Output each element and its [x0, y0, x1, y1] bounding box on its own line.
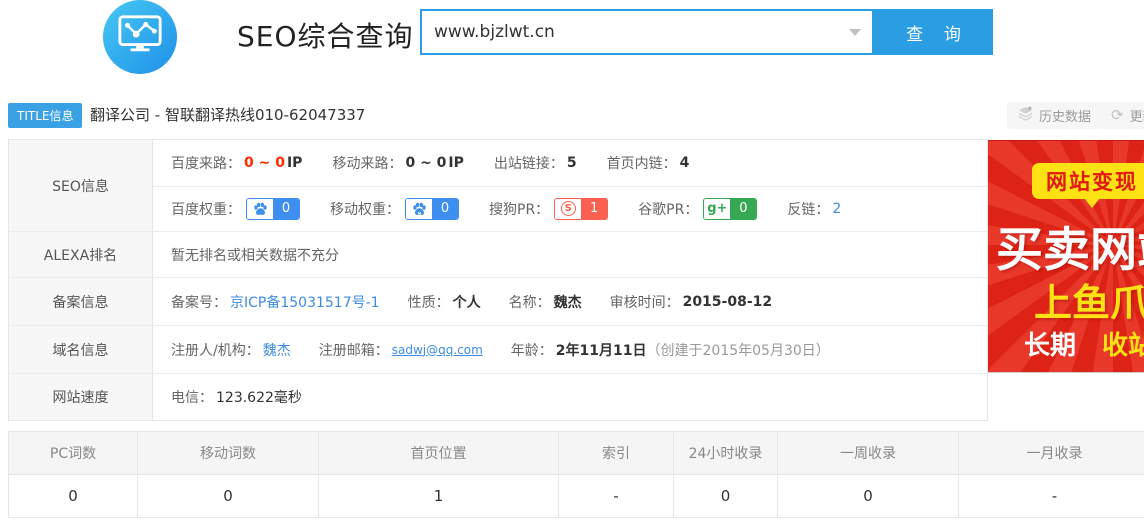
domain-row-label: 域名信息 — [9, 326, 153, 373]
stats-header-index: 索引 — [559, 432, 674, 475]
page-title: SEO综合查询 — [237, 15, 414, 55]
icp-row-label: 备案信息 — [9, 278, 153, 325]
domain-created-note: （创建于2015年05月30日） — [647, 340, 830, 360]
title-bar: TITLE信息 翻译公司 - 智联翻译热线010-62047337 历史数据 ⟳… — [0, 100, 1144, 132]
mobile-traffic: 移动来路： 0 ~ 0 IP — [332, 153, 463, 173]
stats-header-homepage-position: 首页位置 — [319, 432, 559, 475]
domain-email: 注册邮箱： sadwj@qq.com — [319, 340, 483, 360]
icp-nature: 性质： 个人 — [408, 292, 481, 312]
query-button[interactable]: 查 询 — [874, 9, 993, 55]
backlink-count-link[interactable]: 2 — [832, 201, 841, 217]
title-info-badge: TITLE信息 — [8, 103, 82, 128]
stats-header-row: PC词数 移动词数 首页位置 索引 24小时收录 一周收录 一月收录 — [9, 432, 1144, 475]
history-data-label: 历史数据 — [1039, 106, 1091, 125]
ad-subline: 上鱼爪 — [1034, 272, 1144, 327]
refresh-icon: ⟳ — [1111, 108, 1124, 123]
seo-info-row-label: SEO信息 — [9, 140, 153, 231]
stats-header-24h-collect: 24小时收录 — [674, 432, 778, 475]
seo-query-page: SEO综合查询 查 询 TITLE信息 翻译公司 - 智联翻译热线010-620… — [0, 0, 1144, 524]
stats-header-month-collect: 一月收录 — [959, 432, 1144, 475]
google-pr-badge[interactable]: g+ 0 — [703, 198, 757, 220]
sogou-icon: S — [561, 201, 576, 216]
domain-registrant: 注册人/机构： 魏杰 — [171, 340, 291, 360]
seo-info-table: SEO信息 百度来路： 0 ~ 0 IP 移动来路： 0 ~ 0 IP 出站链接… — [8, 139, 988, 421]
domain-age: 年龄： 2年11月11日 （创建于2015年05月30日） — [511, 340, 830, 360]
site-title-text: 翻译公司 - 智联翻译热线010-62047337 — [90, 104, 365, 125]
stats-value-row: 0 0 1 - 0 0 - — [9, 475, 1144, 518]
homepage-internal-links: 首页内链： 4 — [607, 153, 690, 173]
seo-traffic-subrow: 百度来路： 0 ~ 0 IP 移动来路： 0 ~ 0 IP 出站链接： 5 — [153, 140, 987, 186]
seo-info-row: SEO信息 百度来路： 0 ~ 0 IP 移动来路： 0 ~ 0 IP 出站链接… — [9, 140, 987, 232]
search-history-dropdown[interactable] — [838, 11, 872, 53]
stats-value-mobile-words: 0 — [138, 475, 319, 518]
ad-headline: 买卖网站 — [996, 211, 1144, 280]
svg-text:M: M — [417, 211, 421, 215]
stats-value-24h-collect: 0 — [674, 475, 778, 518]
icp-audit-date: 审核时间： 2015-08-12 — [610, 292, 773, 312]
baidu-paw-icon — [247, 199, 273, 219]
alexa-row: ALEXA排名 暂无排名或相关数据不充分 — [9, 232, 987, 278]
refresh-data-button[interactable]: ⟳ 更新 — [1100, 102, 1144, 129]
alexa-row-label: ALEXA排名 — [9, 232, 153, 277]
history-data-button[interactable]: 历史数据 — [1007, 102, 1102, 129]
stats-value-homepage-position: 1 — [319, 475, 559, 518]
baidu-weight: 百度权重： 0 — [171, 198, 300, 220]
url-search-input[interactable] — [422, 22, 838, 42]
speed-row-label: 网站速度 — [9, 374, 153, 420]
stats-value-index: - — [559, 475, 674, 518]
mobile-paw-icon: M — [406, 199, 432, 219]
ad-footer-line: 长期 收站 — [1024, 325, 1144, 362]
google-pr: 谷歌PR： g+ 0 — [638, 198, 757, 220]
stats-header-pc-words: PC词数 — [9, 432, 138, 475]
baidu-weight-badge[interactable]: 0 — [246, 198, 300, 220]
speed-row: 网站速度 电信： 123.622毫秒 — [9, 374, 987, 420]
domain-row: 域名信息 注册人/机构： 魏杰 注册邮箱： sadwj@qq.com 年龄： 2… — [9, 326, 987, 374]
icp-number-link[interactable]: 京ICP备15031517号-1 — [230, 292, 380, 312]
layers-icon — [1018, 106, 1033, 125]
sogou-pr: 搜狗PR： S 1 — [489, 198, 608, 220]
google-plus-icon: g+ — [707, 201, 727, 216]
sogou-pr-badge[interactable]: S 1 — [554, 198, 608, 220]
icp-name: 名称： 魏杰 — [509, 292, 582, 312]
mobile-weight: 移动权重： M — [330, 198, 459, 220]
app-logo — [103, 0, 177, 74]
baidu-traffic: 百度来路： 0 ~ 0 IP — [171, 153, 302, 173]
seo-weight-subrow: 百度权重： 0 — [153, 186, 987, 232]
stats-value-month-collect: - — [959, 475, 1144, 518]
telecom-speed: 电信： 123.622毫秒 — [171, 387, 302, 407]
refresh-label: 更新 — [1130, 106, 1144, 125]
registrant-email-link[interactable]: sadwj@qq.com — [392, 343, 483, 357]
chart-monitor-icon — [117, 13, 163, 61]
stats-header-mobile-words: 移动词数 — [138, 432, 319, 475]
backlinks: 反链： 2 — [787, 199, 841, 219]
mobile-weight-badge[interactable]: M 0 — [405, 198, 459, 220]
stats-value-week-collect: 0 — [778, 475, 959, 518]
icp-number: 备案号： 京ICP备15031517号-1 — [171, 292, 380, 312]
search-box — [420, 9, 874, 55]
keyword-stats-table: PC词数 移动词数 首页位置 索引 24小时收录 一周收录 一月收录 0 0 1… — [8, 431, 1144, 518]
outbound-links: 出站链接： 5 — [494, 153, 577, 173]
alexa-value: 暂无排名或相关数据不充分 — [171, 245, 339, 265]
ad-bubble-text: 网站变现 — [1032, 163, 1144, 199]
stats-header-week-collect: 一周收录 — [778, 432, 959, 475]
ad-banner[interactable]: 网站变现 买卖网站 上鱼爪 长期 收站 — [988, 140, 1144, 373]
stats-value-pc-words: 0 — [9, 475, 138, 518]
registrant-link[interactable]: 魏杰 — [263, 340, 291, 360]
chevron-down-icon — [849, 29, 861, 36]
icp-row: 备案信息 备案号： 京ICP备15031517号-1 性质： 个人 名称： 魏杰… — [9, 278, 987, 326]
